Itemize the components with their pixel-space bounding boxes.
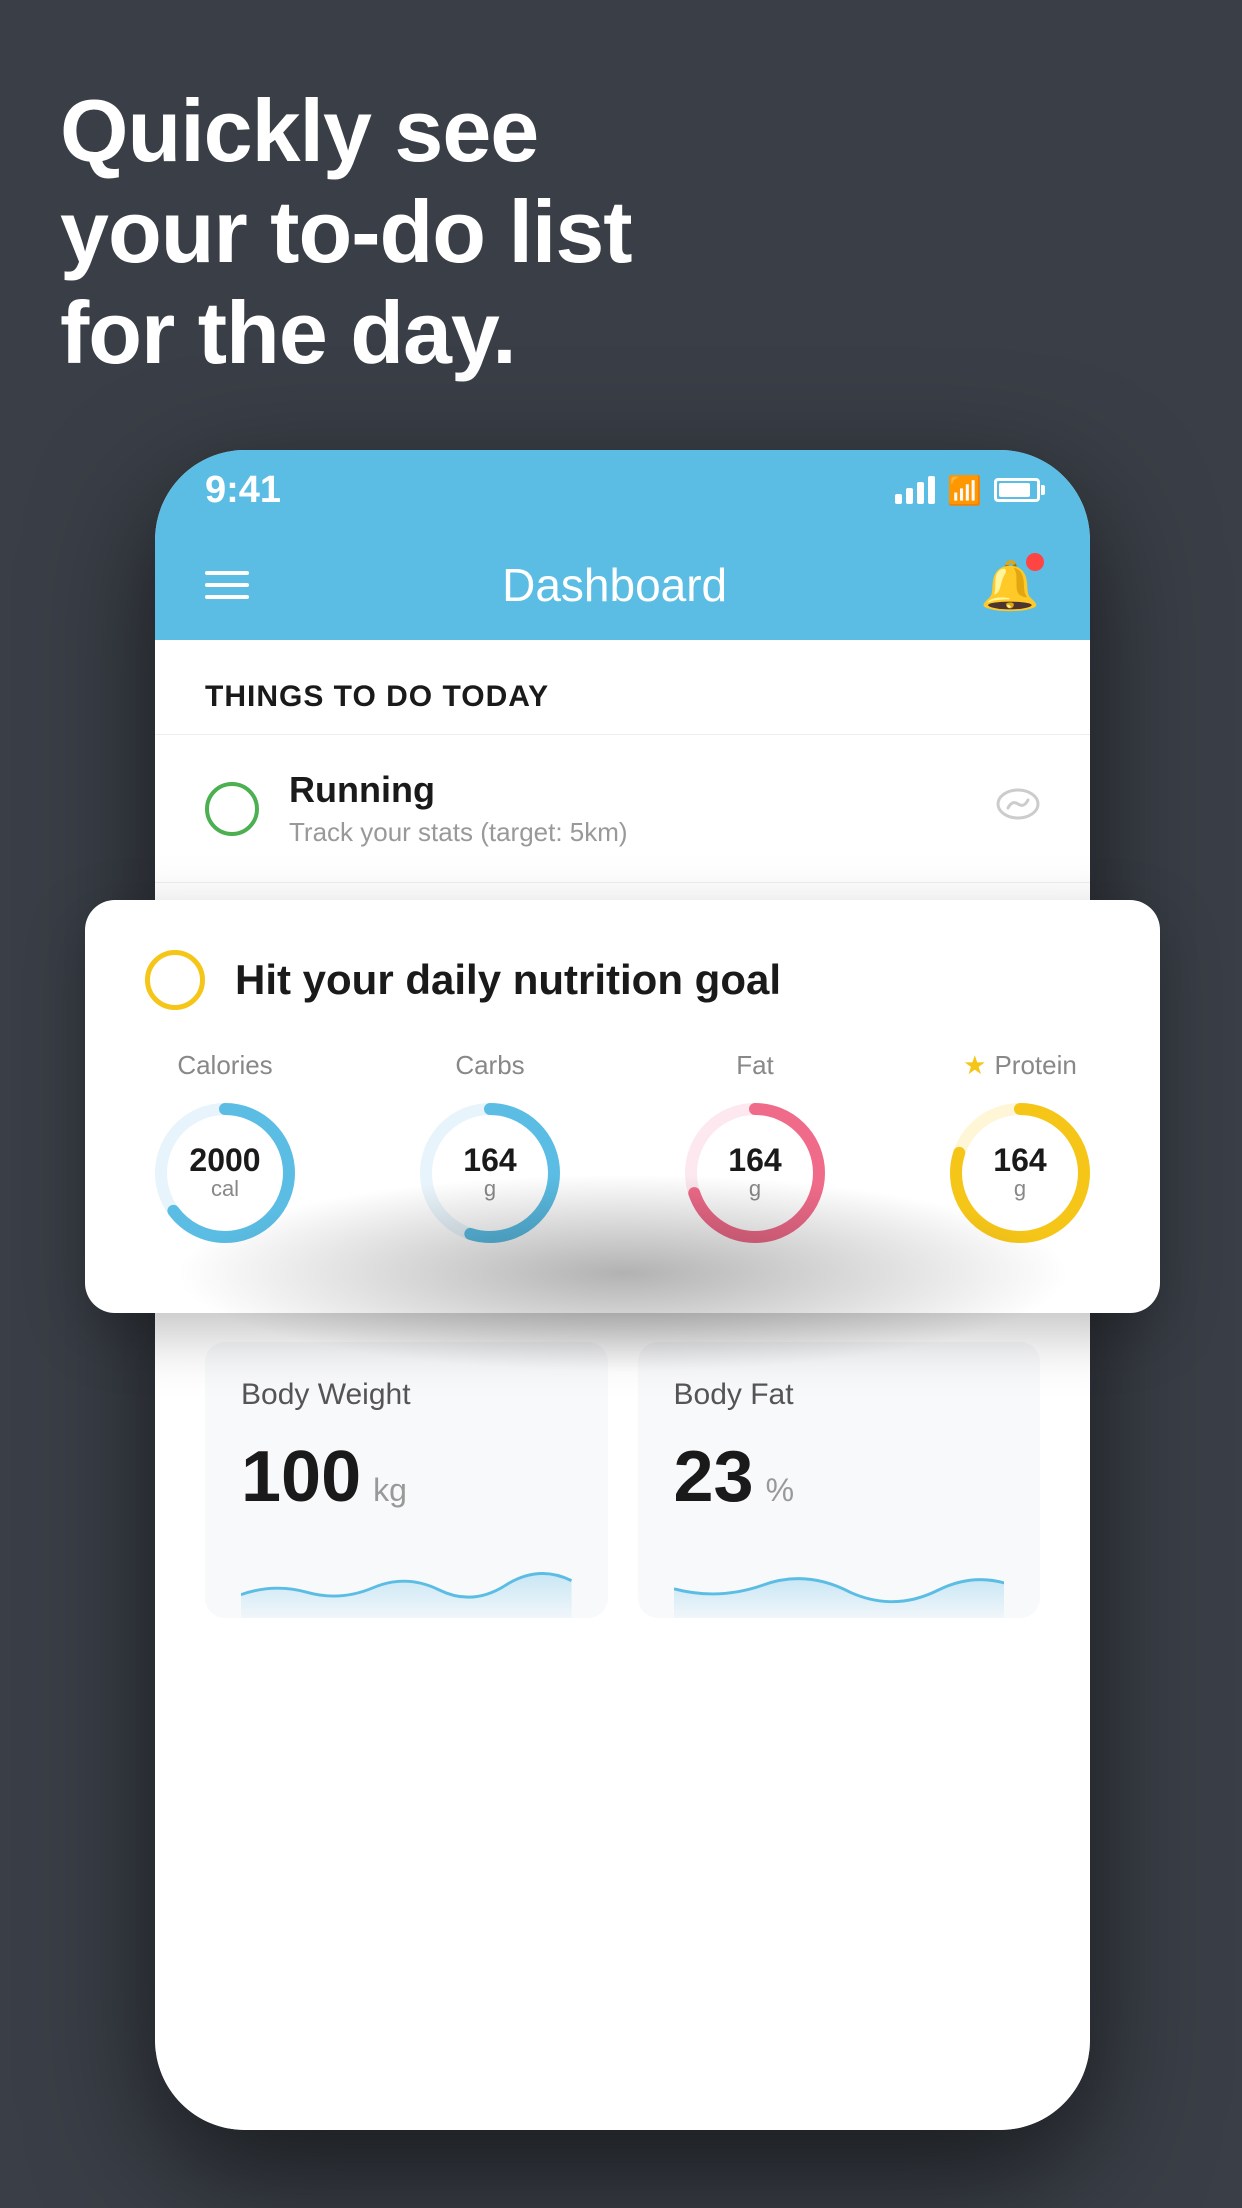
todo-circle-running xyxy=(205,782,259,836)
body-fat-label: Body Fat xyxy=(674,1378,1005,1412)
nutrition-card-title: Hit your daily nutrition goal xyxy=(235,956,781,1004)
running-icon xyxy=(996,786,1040,832)
notification-bell-button[interactable]: 🔔 xyxy=(980,557,1040,614)
headline-line2: your to-do list xyxy=(60,181,632,282)
body-weight-chart xyxy=(241,1548,572,1618)
card-shadow xyxy=(173,1173,1073,1373)
protein-label: Protein xyxy=(994,1050,1076,1081)
carbs-value: 164 xyxy=(463,1144,516,1176)
body-fat-unit: % xyxy=(766,1472,794,1509)
status-icons: 📶 xyxy=(895,474,1040,507)
nutrition-check-circle xyxy=(145,950,205,1010)
protein-value: 164 xyxy=(993,1144,1046,1176)
carbs-label: Carbs xyxy=(455,1050,524,1081)
todo-title-running: Running xyxy=(289,769,966,811)
signal-bars-icon xyxy=(895,476,935,504)
todo-running[interactable]: Running Track your stats (target: 5km) xyxy=(155,734,1090,882)
body-fat-value: 23 xyxy=(674,1436,754,1518)
headline-line3: for the day. xyxy=(60,282,632,383)
todo-subtitle-running: Track your stats (target: 5km) xyxy=(289,817,966,848)
body-weight-card[interactable]: Body Weight 100 kg xyxy=(205,1342,608,1618)
fat-label: Fat xyxy=(736,1050,774,1081)
star-icon: ★ xyxy=(963,1050,986,1081)
status-time: 9:41 xyxy=(205,469,281,512)
menu-button[interactable] xyxy=(205,571,249,599)
body-fat-chart xyxy=(674,1548,1005,1618)
battery-icon xyxy=(994,478,1040,502)
wifi-icon: 📶 xyxy=(947,474,982,507)
phone-content: THINGS TO DO TODAY Running Track your st… xyxy=(155,640,1090,2130)
body-weight-unit: kg xyxy=(373,1472,407,1509)
body-weight-label: Body Weight xyxy=(241,1378,572,1412)
fat-value: 164 xyxy=(728,1144,781,1176)
notification-dot xyxy=(1026,553,1044,571)
things-to-do-header: THINGS TO DO TODAY xyxy=(155,640,1090,734)
body-fat-card[interactable]: Body Fat 23 % xyxy=(638,1342,1041,1618)
headline: Quickly see your to-do list for the day. xyxy=(60,80,632,384)
progress-cards: Body Weight 100 kg xyxy=(205,1342,1040,1618)
app-header: Dashboard 🔔 xyxy=(155,530,1090,640)
calories-value: 2000 xyxy=(189,1144,260,1176)
headline-line1: Quickly see xyxy=(60,80,632,181)
nutrition-goal-card[interactable]: Hit your daily nutrition goal Calories 2… xyxy=(85,900,1160,1313)
protein-label-row: ★ Protein xyxy=(963,1050,1077,1081)
calories-label: Calories xyxy=(177,1050,272,1081)
body-weight-value: 100 xyxy=(241,1436,361,1518)
status-bar: 9:41 📶 xyxy=(155,450,1090,530)
header-title: Dashboard xyxy=(502,558,727,612)
